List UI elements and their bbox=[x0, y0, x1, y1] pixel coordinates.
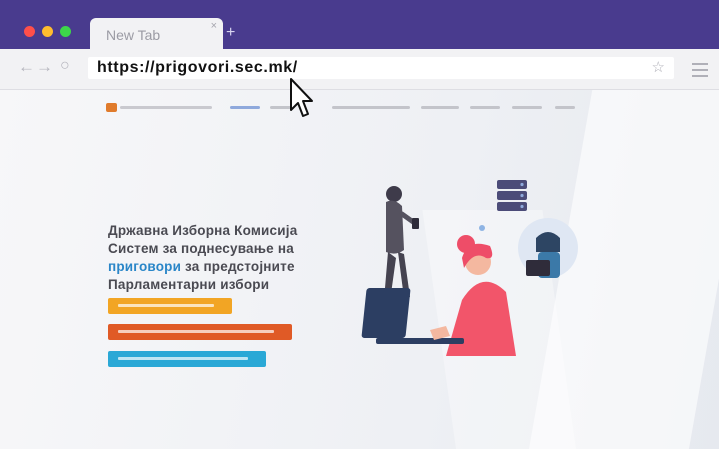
headline-text: за предстојните bbox=[181, 259, 295, 274]
nav-link[interactable] bbox=[332, 106, 410, 109]
bottom-edge bbox=[0, 449, 719, 456]
headline-line: Парламентарни избори bbox=[108, 277, 270, 292]
standing-person-illustration bbox=[384, 186, 419, 301]
menu-icon[interactable] bbox=[692, 63, 708, 81]
nav-link[interactable] bbox=[421, 106, 459, 109]
nav-link-home[interactable] bbox=[230, 106, 260, 109]
hero-button-blue[interactable] bbox=[108, 351, 266, 367]
minimize-window-button[interactable] bbox=[42, 26, 53, 37]
server-stack-illustration bbox=[497, 180, 527, 211]
laptop-person-illustration bbox=[361, 235, 516, 356]
back-arrow-icon[interactable]: ← bbox=[18, 57, 35, 77]
forward-arrow-icon[interactable]: → bbox=[36, 57, 53, 77]
close-window-button[interactable] bbox=[24, 26, 35, 37]
site-logo-icon[interactable] bbox=[106, 103, 117, 112]
nav-link-dropdown[interactable] bbox=[470, 106, 500, 109]
web-page-content: Државна Изборна Комисија Систем за подне… bbox=[0, 90, 719, 456]
browser-tab[interactable]: New Tab × bbox=[90, 18, 223, 49]
mouse-cursor-icon bbox=[290, 78, 313, 117]
title-bar: New Tab × + bbox=[0, 0, 719, 49]
hero-illustration bbox=[361, 180, 578, 356]
url-text[interactable]: https://prigovori.sec.mk/ bbox=[97, 59, 298, 77]
tab-close-icon[interactable]: × bbox=[211, 20, 217, 32]
hero-headline: Државна Изборна Комисија Систем за подне… bbox=[108, 222, 297, 294]
hero-button-yellow[interactable] bbox=[108, 298, 232, 314]
headline-line: Систем за поднесување на bbox=[108, 241, 294, 256]
support-agent-illustration bbox=[518, 218, 578, 278]
bookmark-star-icon[interactable]: ☆ bbox=[652, 58, 665, 76]
address-bar[interactable]: https://prigovori.sec.mk/ ☆ bbox=[88, 57, 674, 79]
nav-link[interactable] bbox=[512, 106, 542, 109]
tab-title: New Tab bbox=[106, 27, 161, 43]
new-tab-icon[interactable]: + bbox=[226, 24, 235, 42]
headline-highlight: приговори bbox=[108, 259, 182, 274]
headline-line: приговори за предстојните bbox=[108, 258, 297, 276]
hero-button-orange[interactable] bbox=[108, 324, 292, 340]
site-logo-text bbox=[120, 106, 212, 109]
headline-line: Државна Изборна Комисија bbox=[108, 223, 298, 238]
maximize-window-button[interactable] bbox=[60, 26, 71, 37]
nav-link[interactable] bbox=[555, 106, 575, 109]
browser-window: New Tab × + ← → ○ https://prigovori.sec.… bbox=[0, 0, 719, 456]
browser-toolbar: ← → ○ https://prigovori.sec.mk/ ☆ bbox=[0, 49, 719, 90]
reload-icon[interactable]: ○ bbox=[60, 57, 70, 75]
